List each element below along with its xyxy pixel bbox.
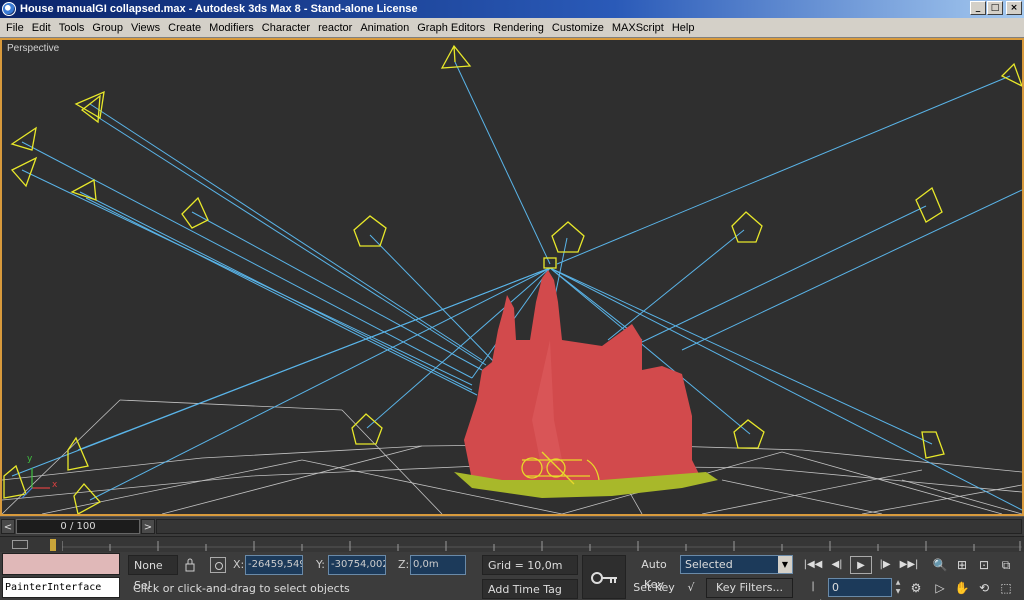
x-coord-field[interactable]: -26459,549	[245, 555, 303, 575]
lock-icon[interactable]	[184, 558, 196, 572]
spot-light	[921, 431, 945, 459]
time-slider-next[interactable]: >	[141, 519, 155, 534]
zoom-all-icon[interactable]: ⊞	[952, 555, 972, 575]
menu-rendering[interactable]: Rendering	[489, 22, 548, 34]
spot-light	[74, 90, 105, 124]
absolute-mode-icon[interactable]	[210, 557, 226, 573]
window-title: House manualGI collapsed.max - Autodesk …	[20, 3, 418, 15]
spot-light	[1000, 62, 1022, 87]
axis-x-label: x	[52, 480, 58, 490]
menu-group[interactable]: Group	[88, 22, 127, 34]
frame-spinner[interactable]: ▲ ▼	[894, 578, 902, 597]
add-time-tag-button[interactable]: Add Time Tag	[482, 579, 578, 599]
field-of-view-icon[interactable]: ▷	[930, 578, 950, 598]
menu-animation[interactable]: Animation	[356, 22, 413, 34]
zoom-extents-all-icon[interactable]: ⧉	[996, 555, 1016, 575]
spot-light	[181, 196, 209, 229]
zoom-icon[interactable]: 🔍	[930, 555, 950, 575]
menu-help[interactable]: Help	[668, 22, 699, 34]
maximize-button[interactable]: □	[987, 1, 1003, 15]
maxscript-listener-input[interactable]: PainterInterface	[2, 577, 120, 598]
play-icon[interactable]: ▶	[850, 556, 872, 574]
menu-file[interactable]: File	[2, 22, 28, 34]
menu-create[interactable]: Create	[164, 22, 205, 34]
maxscript-listener-output[interactable]	[2, 553, 120, 575]
zoom-extents-icon[interactable]: ⊡	[974, 555, 994, 575]
maximize-viewport-icon[interactable]: ⬚	[996, 578, 1016, 598]
window-controls: _ □ ×	[970, 1, 1022, 15]
menu-modifiers[interactable]: Modifiers	[205, 22, 258, 34]
auto-key-button[interactable]: Auto Key	[630, 555, 678, 591]
spot-light	[73, 483, 102, 514]
selection-status: None Sel	[128, 555, 178, 592]
menu-customize[interactable]: Customize	[548, 22, 608, 34]
arc-rotate-icon[interactable]: ⟲	[974, 578, 994, 598]
next-frame-icon[interactable]: |▶	[874, 556, 896, 574]
time-slider-thumb[interactable]: 0 / 100	[16, 519, 140, 534]
mini-curve-editor-icon[interactable]	[12, 540, 28, 549]
z-coord-field[interactable]: 0,0m	[410, 555, 466, 575]
spot-light	[731, 211, 763, 243]
menu-edit[interactable]: Edit	[28, 22, 55, 34]
track-ruler-ticks	[62, 541, 1022, 551]
y-coord-label: Y:	[316, 558, 325, 571]
menu-maxscript[interactable]: MAXScript	[608, 22, 668, 34]
set-key-button[interactable]: Set Key	[630, 578, 678, 598]
menu-graph-editors[interactable]: Graph Editors	[413, 22, 489, 34]
menu-reactor[interactable]: reactor	[314, 22, 356, 34]
key-mode-value: Selected	[685, 558, 733, 571]
close-button[interactable]: ×	[1006, 1, 1022, 15]
minimize-button[interactable]: _	[970, 1, 986, 15]
previous-frame-icon[interactable]: ◀|	[826, 556, 848, 574]
y-coord-field[interactable]: -30754,002	[328, 555, 386, 575]
set-key-big-button[interactable]	[582, 555, 626, 599]
key-filters-button[interactable]: Key Filters...	[706, 578, 793, 598]
default-tangent-icon[interactable]: √	[680, 578, 702, 598]
house-model	[454, 270, 718, 498]
keyframe-marker[interactable]	[50, 539, 56, 551]
current-frame-field[interactable]: 0	[828, 578, 892, 597]
scene-canvas[interactable]	[2, 40, 1022, 514]
spot-light	[3, 464, 27, 499]
menu-bar: File Edit Tools Group Views Create Modif…	[0, 18, 1024, 38]
perspective-viewport[interactable]: Perspective x y	[0, 38, 1024, 516]
prompt-line: Click or click-and-drag to select object…	[133, 582, 350, 595]
grid-spacing: Grid = 10,0m	[482, 555, 578, 575]
axis-y-label: y	[27, 454, 33, 464]
3dsmax-app-icon[interactable]	[2, 2, 16, 16]
spot-light	[915, 186, 943, 223]
spot-light	[10, 126, 37, 151]
menu-character[interactable]: Character	[258, 22, 314, 34]
chevron-down-icon[interactable]: ▼	[778, 556, 792, 573]
menu-tools[interactable]: Tools	[55, 22, 89, 34]
key-mode-toggle-icon[interactable]: |◀▶|	[802, 578, 824, 600]
track-bar[interactable]	[0, 536, 1024, 552]
x-coord-label: X:	[233, 558, 245, 571]
spot-light	[67, 436, 89, 471]
status-panel: PainterInterface None Sel X: -26459,549 …	[0, 552, 1024, 600]
time-slider-track[interactable]	[156, 519, 1022, 534]
key-icon	[591, 572, 617, 584]
time-configuration-icon[interactable]: ⚙	[906, 578, 926, 598]
spot-light	[353, 215, 387, 247]
time-slider-prev[interactable]: <	[1, 519, 15, 534]
go-to-start-icon[interactable]: |◀◀	[802, 556, 824, 574]
spot-light	[551, 221, 585, 253]
go-to-end-icon[interactable]: ▶▶|	[898, 556, 920, 574]
axis-tripod	[21, 468, 50, 499]
time-slider-bar: < 0 / 100 >	[0, 516, 1024, 536]
spot-light	[70, 178, 97, 201]
title-bar: House manualGI collapsed.max - Autodesk …	[0, 0, 1024, 18]
pan-icon[interactable]: ✋	[952, 578, 972, 598]
spot-light	[10, 156, 38, 188]
menu-views[interactable]: Views	[127, 22, 164, 34]
key-mode-dropdown[interactable]: Selected ▼	[680, 555, 793, 574]
viewport-label[interactable]: Perspective	[7, 43, 59, 54]
z-coord-label: Z:	[398, 558, 410, 571]
